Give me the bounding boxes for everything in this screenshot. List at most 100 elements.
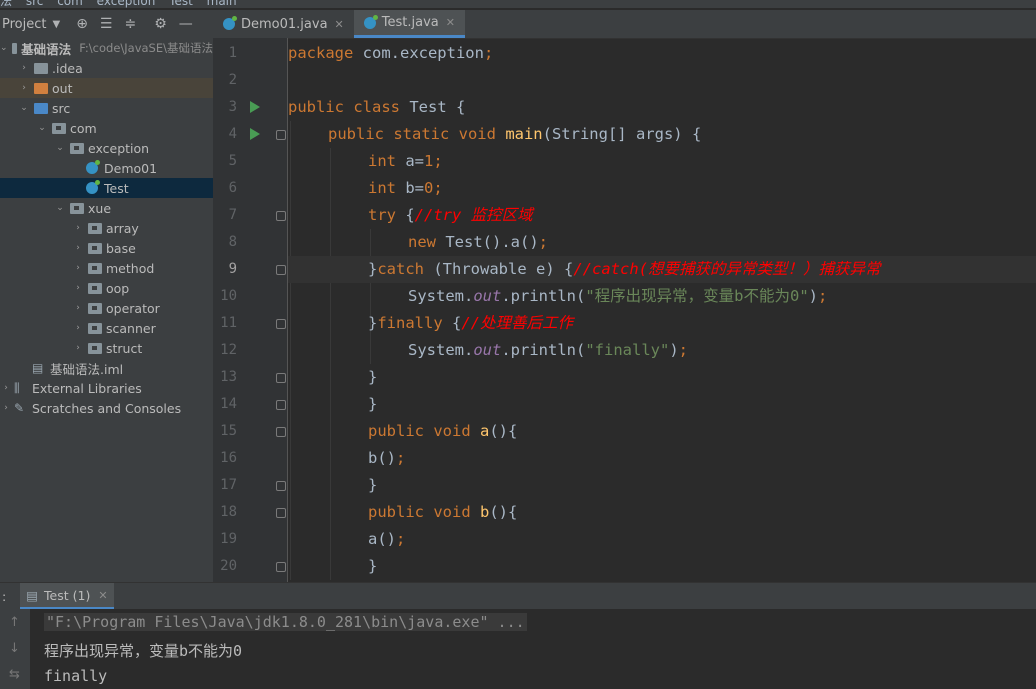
breadcrumb-item[interactable]: Test (169, 0, 193, 8)
tree-item-method[interactable]: › method (0, 258, 213, 278)
console-output[interactable]: "F:\Program Files\Java\jdk1.8.0_281\bin\… (30, 609, 1036, 689)
folder-icon (34, 82, 48, 94)
chevron-right-icon[interactable]: › (72, 323, 84, 333)
chevron-right-icon[interactable]: › (72, 243, 84, 253)
code-line[interactable]: public class Test { (288, 94, 1036, 121)
chevron-down-icon[interactable]: ⌄ (54, 143, 66, 153)
run-gutter-icon[interactable] (250, 101, 260, 113)
tree-item-exception[interactable]: ⌄ exception (0, 138, 213, 158)
chevron-down-icon[interactable]: ⌄ (54, 203, 66, 213)
soft-wrap-icon[interactable]: ⇆ (9, 667, 20, 682)
chevron-down-icon[interactable]: ▼ (52, 19, 60, 30)
fold-marker-icon[interactable] (276, 427, 286, 437)
code-line[interactable] (288, 67, 1036, 94)
expand-all-icon[interactable]: ☰ (100, 16, 113, 32)
chevron-right-icon[interactable]: › (72, 303, 84, 313)
code-token: 0 (424, 179, 434, 197)
fold-marker-icon[interactable] (276, 211, 286, 221)
chevron-right-icon[interactable]: › (72, 283, 84, 293)
code-token: } (368, 368, 378, 386)
code-line[interactable]: int b=0; (288, 175, 1036, 202)
code-line[interactable]: } (288, 553, 1036, 580)
chevron-down-icon[interactable]: ⌄ (18, 103, 30, 113)
close-icon[interactable]: ✕ (335, 18, 344, 31)
code-line[interactable]: new Test().a(); (288, 229, 1036, 256)
code-line[interactable]: b(); (288, 445, 1036, 472)
collapse-all-icon[interactable]: ≑ (124, 16, 136, 32)
breadcrumb-item[interactable]: 法 (0, 0, 12, 8)
chevron-right-icon[interactable]: › (72, 223, 84, 233)
code-line[interactable]: try {//try 监控区域 (288, 202, 1036, 229)
arrow-up-icon[interactable]: ↑ (9, 615, 20, 630)
tree-item-base[interactable]: › base (0, 238, 213, 258)
tree-item-xue[interactable]: ⌄ xue (0, 198, 213, 218)
tree-item-src[interactable]: ⌄ src (0, 98, 213, 118)
code-line[interactable]: package com.exception; (288, 40, 1036, 67)
fold-marker-icon[interactable] (276, 400, 286, 410)
tree-item-scratches-and-consoles[interactable]: › ✎ Scratches and Consoles (0, 398, 213, 418)
tree-item-external-libraries[interactable]: › ⫼ External Libraries (0, 378, 213, 398)
close-icon[interactable]: ✕ (98, 589, 107, 602)
code-line[interactable]: }catch (Throwable e) {//catch(想要捕获的异常类型！… (288, 256, 1036, 283)
code-line[interactable]: System.out.println("finally"); (288, 337, 1036, 364)
breadcrumb-item[interactable]: exception (97, 0, 156, 8)
chevron-right-icon[interactable]: › (0, 403, 12, 413)
fold-marker-icon[interactable] (276, 562, 286, 572)
chevron-right-icon[interactable]: › (72, 343, 84, 353)
fold-marker-icon[interactable] (276, 373, 286, 383)
breadcrumb-item[interactable]: src (26, 0, 44, 8)
code-line[interactable]: a(); (288, 526, 1036, 553)
code-line[interactable]: } (288, 472, 1036, 499)
code-editor[interactable]: package com.exception; public class Test … (288, 38, 1036, 582)
tab-run-test[interactable]: ▤ Test (1) ✕ (20, 583, 114, 610)
code-line-content: new Test().a(); (408, 229, 548, 256)
tree-item-label: 基础语法.iml (50, 361, 124, 377)
tree-item-oop[interactable]: › oop (0, 278, 213, 298)
tree-item-operator[interactable]: › operator (0, 298, 213, 318)
chevron-right-icon[interactable]: › (72, 263, 84, 273)
tree-item-demo01[interactable]: Demo01 (0, 158, 213, 178)
tab-test[interactable]: Test.java ✕ (353, 10, 465, 38)
tree-item-test[interactable]: Test (0, 178, 213, 198)
code-line-content: public void b(){ (368, 499, 517, 526)
tree-item-idea[interactable]: › .idea (0, 58, 213, 78)
chevron-down-icon[interactable]: ⌄ (0, 43, 8, 53)
chevron-right-icon[interactable]: › (18, 83, 30, 93)
code-line[interactable]: } (288, 391, 1036, 418)
tree-item-out[interactable]: › out (0, 78, 213, 98)
breadcrumb-item[interactable]: main (207, 0, 237, 8)
globe-icon[interactable]: ⊕ (76, 16, 88, 32)
fold-marker-icon[interactable] (276, 130, 286, 140)
code-line[interactable]: } (288, 364, 1036, 391)
project-view-selector[interactable]: Project (0, 17, 46, 32)
run-gutter-icon[interactable] (250, 128, 260, 140)
fold-marker-icon[interactable] (276, 319, 286, 329)
tree-item-struct[interactable]: › struct (0, 338, 213, 358)
code-line[interactable]: public void a(){ (288, 418, 1036, 445)
tab-demo01[interactable]: Demo01.java ✕ (213, 10, 354, 38)
chevron-down-icon[interactable]: ⌄ (36, 123, 48, 133)
tree-item-[interactable]: ⌄ 基础语法 F:\code\JavaSE\基础语法 (0, 38, 213, 58)
code-line[interactable]: }finally {//处理善后工作 (288, 310, 1036, 337)
code-line-content: System.out.println("程序出现异常，变量b不能为0"); (408, 283, 827, 310)
code-line[interactable]: System.out.println("程序出现异常，变量b不能为0"); (288, 283, 1036, 310)
class-icon (86, 160, 100, 174)
chevron-right-icon[interactable]: › (0, 383, 12, 393)
code-line[interactable]: int a=1; (288, 148, 1036, 175)
tree-item-scanner[interactable]: › scanner (0, 318, 213, 338)
minimize-icon[interactable]: — (179, 16, 193, 32)
fold-marker-icon[interactable] (276, 481, 286, 491)
arrow-down-icon[interactable]: ↓ (9, 641, 20, 656)
tree-item-com[interactable]: ⌄ com (0, 118, 213, 138)
code-line[interactable]: public void b(){ (288, 499, 1036, 526)
close-icon[interactable]: ✕ (446, 16, 455, 29)
code-line[interactable]: public static void main(String[] args) { (288, 121, 1036, 148)
gear-icon[interactable]: ⚙ (154, 16, 167, 32)
line-number: 20 (220, 558, 237, 574)
fold-marker-icon[interactable] (276, 265, 286, 275)
tree-item-array[interactable]: › array (0, 218, 213, 238)
fold-marker-icon[interactable] (276, 508, 286, 518)
chevron-right-icon[interactable]: › (18, 63, 30, 73)
breadcrumb-item[interactable]: com (57, 0, 83, 8)
tree-item-iml[interactable]: ▤ 基础语法.iml (0, 358, 213, 378)
